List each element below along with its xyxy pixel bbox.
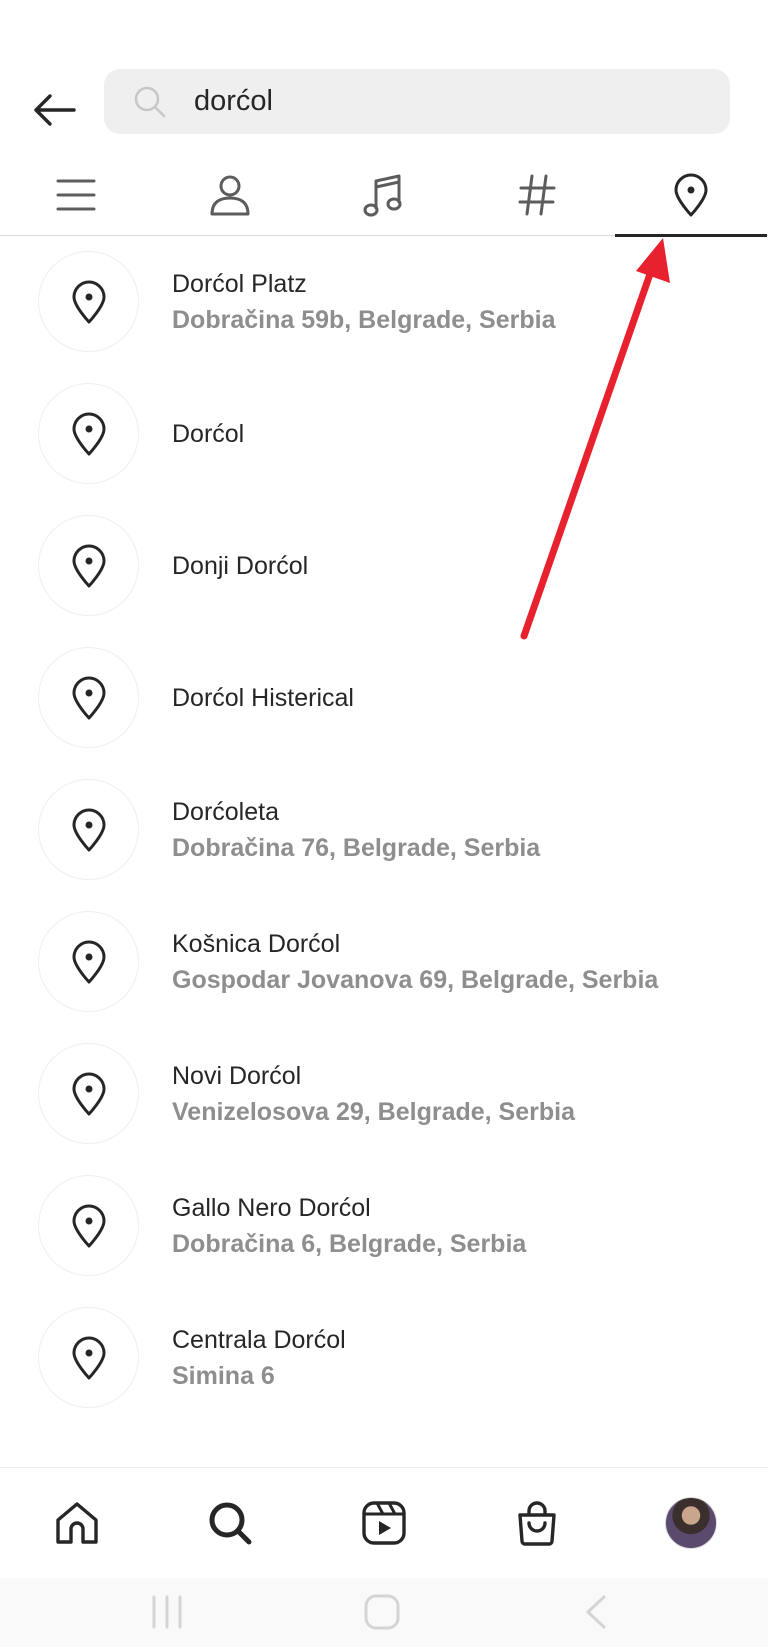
location-name: Košnica Dorćol: [172, 929, 341, 958]
nav-search[interactable]: [195, 1488, 265, 1558]
back-arrow-icon: [34, 94, 76, 126]
location-name: Dorćol Histerical: [172, 683, 354, 712]
location-result-row[interactable]: Dorćol Histerical: [0, 634, 768, 772]
location-text: Donji Dorćol: [172, 502, 308, 629]
search-icon: [209, 1502, 252, 1545]
location-pin-icon: [72, 280, 105, 323]
location-text: Centrala Dorćol Simina 6: [172, 1294, 346, 1421]
shop-icon: [518, 1501, 556, 1546]
tab-accounts[interactable]: [154, 155, 306, 235]
location-text: Gallo Nero Dorćol Dobračina 6, Belgrade, …: [172, 1162, 526, 1289]
recent-apps-icon: [152, 1595, 182, 1629]
location-name: Novi Dorćol: [172, 1061, 302, 1090]
home-button[interactable]: [352, 1590, 412, 1634]
location-avatar: [38, 779, 139, 880]
search-bar[interactable]: [104, 69, 730, 134]
status-bar: [0, 0, 768, 60]
location-avatar: [38, 515, 139, 616]
profile-avatar: [665, 1497, 717, 1549]
location-text: Košnica Dorćol Gospodar Jovanova 69, Belg…: [172, 898, 658, 1025]
location-result-row[interactable]: Centrala Dorćol Simina 6: [0, 1294, 768, 1432]
search-input[interactable]: [194, 69, 694, 134]
location-result-row[interactable]: Gallo Nero Dorćol Dobračina 6, Belgrade, …: [0, 1162, 768, 1300]
location-result-row[interactable]: Dorćoleta Dobračina 76, Belgrade, Serbia: [0, 766, 768, 904]
location-result-row[interactable]: Novi Dorćol Venizelosova 29, Belgrade, Se…: [0, 1030, 768, 1168]
location-result-row[interactable]: Dorćol Platz Dobračina 59b, Belgrade, Ser…: [0, 238, 768, 376]
location-pin-icon: [72, 676, 105, 719]
chevron-left-icon: [586, 1595, 606, 1629]
location-address: Venizelosova 29, Belgrade, Serbia: [172, 1097, 575, 1126]
location-pin-icon: [72, 1336, 105, 1379]
system-navigation-bar: [0, 1578, 768, 1647]
person-icon: [210, 175, 250, 216]
nav-profile[interactable]: [656, 1488, 726, 1558]
nav-reels[interactable]: [349, 1488, 419, 1558]
location-text: Dorćoleta Dobračina 76, Belgrade, Serbia: [172, 766, 540, 893]
location-pin-icon: [72, 412, 105, 455]
location-pin-icon: [72, 808, 105, 851]
location-name: Dorćol: [172, 419, 245, 448]
nav-shop[interactable]: [502, 1488, 572, 1558]
hashtag-icon: [518, 174, 556, 216]
location-address: Dobračina 6, Belgrade, Serbia: [172, 1229, 527, 1258]
location-pin-icon: [72, 544, 105, 587]
location-name: Gallo Nero Dorćol: [172, 1193, 371, 1222]
location-address: Dobračina 59b, Belgrade, Serbia: [172, 305, 556, 334]
search-icon: [134, 86, 166, 118]
location-avatar: [38, 383, 139, 484]
location-avatar: [38, 1043, 139, 1144]
location-name: Dorćoleta: [172, 797, 279, 826]
location-result-row[interactable]: Dorćol: [0, 370, 768, 508]
location-result-row[interactable]: Donji Dorćol: [0, 502, 768, 640]
location-pin-icon: [674, 173, 708, 217]
location-pin-icon: [72, 940, 105, 983]
back-button[interactable]: [22, 80, 86, 140]
tab-tags[interactable]: [461, 155, 613, 235]
location-avatar: [38, 251, 139, 352]
location-address: Gospodar Jovanova 69, Belgrade, Serbia: [172, 965, 659, 994]
location-avatar: [38, 1175, 139, 1276]
home-square-icon: [364, 1594, 400, 1630]
tab-audio[interactable]: [307, 155, 459, 235]
location-name: Centrala Dorćol: [172, 1325, 346, 1354]
system-back-button[interactable]: [566, 1590, 626, 1634]
location-pin-icon: [72, 1204, 105, 1247]
location-name: Dorćol Platz: [172, 269, 307, 298]
recent-apps-button[interactable]: [137, 1590, 197, 1634]
location-address: Simina 6: [172, 1361, 275, 1390]
location-pin-icon: [72, 1072, 105, 1115]
menu-lines-icon: [56, 179, 96, 211]
location-avatar: [38, 647, 139, 748]
location-name: Donji Dorćol: [172, 551, 309, 580]
location-text: Dorćol Histerical: [172, 634, 354, 761]
location-text: Novi Dorćol Venizelosova 29, Belgrade, Se…: [172, 1030, 575, 1157]
tab-places[interactable]: [615, 155, 767, 237]
nav-home[interactable]: [42, 1488, 112, 1558]
reels-icon: [362, 1501, 406, 1545]
location-text: Dorćol: [172, 370, 244, 497]
music-note-icon: [363, 174, 402, 217]
home-icon: [56, 1502, 98, 1544]
location-text: Dorćol Platz Dobračina 59b, Belgrade, Ser…: [172, 238, 555, 365]
bottom-navigation: [0, 1467, 768, 1578]
location-result-row[interactable]: Košnica Dorćol Gospodar Jovanova 69, Belg…: [0, 898, 768, 1036]
location-avatar: [38, 1307, 139, 1408]
search-category-tabs: [0, 155, 768, 237]
tab-top[interactable]: [0, 155, 152, 235]
location-avatar: [38, 911, 139, 1012]
location-address: Dobračina 76, Belgrade, Serbia: [172, 833, 541, 862]
